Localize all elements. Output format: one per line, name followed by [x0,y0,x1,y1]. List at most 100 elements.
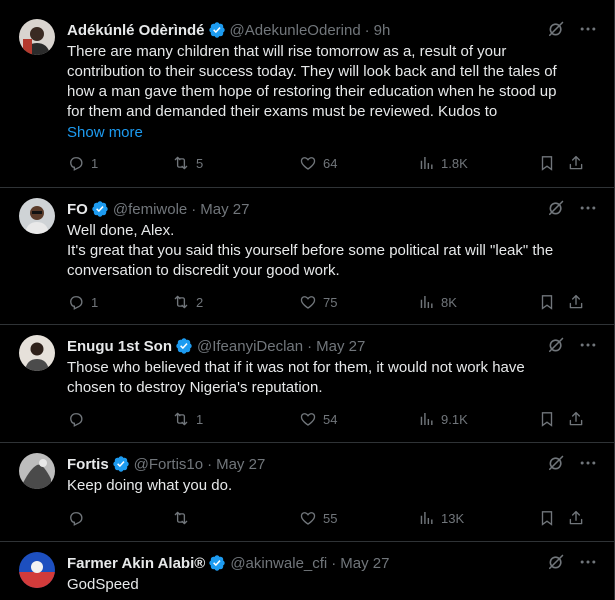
retweet-count: 1 [196,411,204,427]
share-icon [567,410,585,428]
like-icon [299,293,317,311]
grok-icon[interactable] [546,19,566,39]
views-button[interactable]: 1.8K [417,153,468,173]
tweet-text-line: for them and demanded their exams must b… [67,103,498,120]
reply-icon [67,154,85,172]
author-handle[interactable]: @femiwole [113,201,187,218]
author-handle[interactable]: @AdekunleOderind [230,22,361,39]
like-count: 64 [323,155,338,171]
like-button[interactable]: 55 [299,508,337,528]
tweet[interactable]: Enugu 1st Son @IfeanyiDeclan · May 27 Th… [0,325,614,443]
reply-count: 1 [91,155,99,171]
retweet-button[interactable]: 2 [172,292,203,312]
like-icon [299,154,317,172]
separator-dot: · [364,21,370,39]
verified-badge-icon [91,200,109,218]
timestamp[interactable]: May 27 [216,456,265,473]
views-button[interactable]: 13K [417,508,464,528]
retweet-button[interactable]: 1 [172,409,203,429]
retweet-icon [172,509,190,527]
like-icon [299,509,317,527]
views-count: 1.8K [441,155,468,171]
bookmark-icon [538,154,556,172]
author-handle[interactable]: @Fortis1o [134,456,203,473]
show-more-link[interactable]: Show more [67,123,143,143]
author-name[interactable]: Enugu 1st Son [67,338,172,355]
bookmark-button[interactable] [538,409,556,429]
like-button[interactable]: 75 [299,292,337,312]
like-button[interactable]: 64 [299,153,337,173]
grok-icon[interactable] [546,198,566,218]
views-button[interactable]: 8K [417,292,457,312]
more-options-icon[interactable] [578,552,598,572]
like-button[interactable]: 54 [299,409,337,429]
share-button[interactable] [567,292,585,312]
reply-button[interactable] [67,409,91,429]
author-name[interactable]: FO [67,201,88,218]
bookmark-button[interactable] [538,292,556,312]
tweet[interactable]: Fortis @Fortis1o · May 27 Keep doing wha… [0,443,614,542]
tweet[interactable]: Farmer Akin Alabi® @akinwale_cfi · May 2… [0,542,614,600]
retweet-icon [172,154,190,172]
reply-button[interactable] [67,508,91,528]
retweet-button[interactable] [172,508,196,528]
bookmark-icon [538,293,556,311]
retweet-icon [172,293,190,311]
retweet-icon [172,410,190,428]
more-options-icon[interactable] [578,335,598,355]
retweet-button[interactable]: 5 [172,153,203,173]
grok-icon[interactable] [546,453,566,473]
share-icon [567,154,585,172]
verified-badge-icon [208,554,226,572]
tweet[interactable]: FO @femiwole · May 27 Well done, Alex. I… [0,188,614,325]
retweet-count: 5 [196,155,204,171]
tweet-text-line: There are many children that will rise t… [67,43,507,60]
views-count: 9.1K [441,411,468,427]
more-options-icon[interactable] [578,198,598,218]
tweet-text-line: chosen to destroy Nigeria's reputation. [67,379,323,396]
more-options-icon[interactable] [578,19,598,39]
like-icon [299,410,317,428]
bookmark-icon [538,509,556,527]
grok-icon[interactable] [546,552,566,572]
tweet-text: Those who believed that if it was not fo… [67,358,598,398]
share-button[interactable] [567,153,585,173]
avatar[interactable] [19,453,55,489]
verified-badge-icon [208,21,226,39]
share-button[interactable] [567,409,585,429]
reply-button[interactable]: 1 [67,292,98,312]
timestamp[interactable]: May 27 [200,201,249,218]
timestamp[interactable]: May 27 [316,338,365,355]
author-handle[interactable]: @akinwale_cfi [230,555,327,572]
tweet-text-line: Those who believed that if it was not fo… [67,359,525,376]
timestamp[interactable]: 9h [374,22,391,39]
views-button[interactable]: 9.1K [417,409,468,429]
timestamp[interactable]: May 27 [340,555,389,572]
author-name[interactable]: Farmer Akin Alabi® [67,555,205,572]
grok-icon[interactable] [546,335,566,355]
tweet-text-line: how a man gave them hope of restoring th… [67,83,557,100]
avatar[interactable] [19,19,55,55]
tweet-text-line: GodSpeed [67,576,139,593]
tweet-text-line: It's great that you said this yourself b… [67,242,554,259]
share-button[interactable] [567,508,585,528]
bookmark-button[interactable] [538,508,556,528]
verified-badge-icon [112,455,130,473]
tweet-text: Well done, Alex. It's great that you sai… [67,221,598,281]
more-options-icon[interactable] [578,453,598,473]
author-name[interactable]: Adékúnlé Odèrìndé [67,22,205,39]
views-count: 8K [441,294,457,310]
bookmark-button[interactable] [538,153,556,173]
author-name[interactable]: Fortis [67,456,109,473]
avatar[interactable] [19,198,55,234]
reply-count: 1 [91,294,99,310]
separator-dot: · [331,554,337,572]
avatar[interactable] [19,552,55,588]
tweet[interactable]: Adékúnlé Odèrìndé @AdekunleOderind · 9h … [0,0,614,188]
avatar[interactable] [19,335,55,371]
retweet-count: 2 [196,294,204,310]
like-count: 75 [323,294,338,310]
reply-button[interactable]: 1 [67,153,98,173]
reply-icon [67,410,85,428]
author-handle[interactable]: @IfeanyiDeclan [197,338,303,355]
